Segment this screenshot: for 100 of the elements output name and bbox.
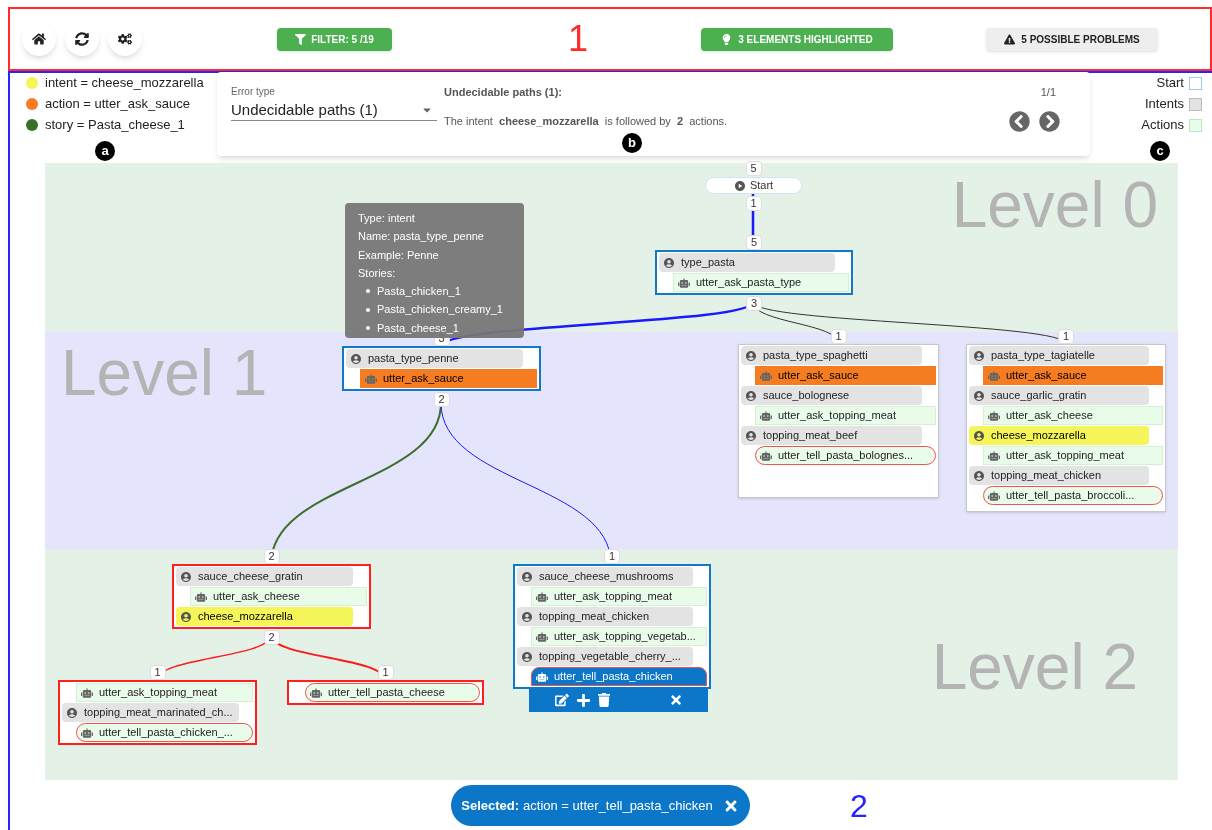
robot-icon bbox=[988, 489, 1000, 502]
intent-row[interactable]: topping_meat_beef bbox=[741, 426, 922, 445]
intent-row[interactable]: topping_vegetable_cherry_... bbox=[517, 647, 693, 666]
count-badge: 1 bbox=[603, 549, 621, 564]
count-badge: 1 bbox=[1057, 329, 1075, 344]
action-row[interactable]: utter_ask_sauce bbox=[755, 366, 936, 385]
next-button[interactable] bbox=[1039, 110, 1060, 132]
annotation-marker: c bbox=[1150, 141, 1170, 161]
count-badge: 2 bbox=[263, 630, 280, 645]
count-badge: 5 bbox=[745, 235, 763, 250]
robot-icon bbox=[81, 726, 93, 739]
user-icon bbox=[973, 389, 985, 402]
action-row[interactable]: utter_ask_topping_meat bbox=[983, 446, 1163, 465]
robot-icon bbox=[988, 449, 1000, 462]
delete-button[interactable] bbox=[597, 693, 610, 707]
user-icon bbox=[66, 706, 78, 719]
action-row[interactable]: utter_ask_topping_vegetab... bbox=[531, 627, 707, 646]
robot-icon bbox=[678, 276, 690, 289]
count-badge: 1 bbox=[830, 329, 847, 344]
story-node[interactable]: sauce_cheese_gratin utter_ask_cheese cheese_mozzarella bbox=[172, 564, 371, 629]
annotation-marker: a bbox=[95, 141, 115, 161]
intent-row[interactable]: cheese_mozzarella bbox=[176, 607, 353, 626]
page-counter: 1/1 bbox=[1040, 85, 1056, 100]
story-node[interactable]: utter_tell_pasta_cheese bbox=[287, 680, 484, 705]
action-row[interactable]: utter_tell_pasta_chicken bbox=[531, 667, 707, 686]
tooltip-line: Type: intent bbox=[358, 211, 416, 226]
count-badge: 3 bbox=[745, 296, 763, 311]
close-button[interactable] bbox=[669, 693, 682, 707]
intent-row[interactable]: pasta_type_spaghetti bbox=[741, 346, 922, 365]
settings-button[interactable] bbox=[108, 22, 142, 56]
intent-row[interactable]: cheese_mozzarella bbox=[969, 426, 1149, 445]
action-row[interactable]: utter_ask_topping_meat bbox=[531, 587, 707, 606]
user-icon bbox=[745, 429, 757, 442]
robot-icon bbox=[310, 686, 322, 699]
level-label: Level 1 bbox=[61, 339, 268, 407]
intent-row[interactable]: sauce_bolognese bbox=[741, 386, 922, 405]
action-row[interactable]: utter_ask_cheese bbox=[190, 587, 367, 606]
intent-row[interactable]: topping_meat_marinated_ch... bbox=[62, 703, 239, 722]
error-title: Undecidable paths (1): bbox=[444, 85, 563, 100]
intent-row[interactable]: sauce_cheese_gratin bbox=[176, 567, 353, 586]
action-row[interactable]: utter_tell_pasta_bolognes... bbox=[755, 446, 936, 465]
legend-swatch bbox=[1189, 97, 1202, 111]
gears-icon bbox=[118, 32, 132, 46]
intent-row[interactable]: topping_meat_chicken bbox=[969, 466, 1149, 485]
start-node[interactable]: Start bbox=[705, 177, 802, 194]
story-node[interactable]: pasta_type_tagiatelle utter_ask_sauce sauce_garlic_gratin utter_ask_cheese cheese_mozzarella utter_ask_topping_meat topping_meat_chicken utter_tell_pasta_broccoli... bbox=[966, 344, 1166, 512]
annotation-number: 1 bbox=[568, 17, 590, 61]
legend-swatch bbox=[1189, 76, 1202, 90]
robot-icon bbox=[988, 409, 1000, 422]
action-row[interactable]: utter_ask_pasta_type bbox=[673, 273, 849, 292]
robot-icon bbox=[536, 630, 548, 643]
intent-row[interactable]: sauce_cheese_mushrooms bbox=[517, 567, 693, 586]
add-button[interactable] bbox=[576, 692, 590, 708]
home-icon bbox=[32, 32, 46, 46]
intent-row[interactable]: sauce_garlic_gratin bbox=[969, 386, 1149, 405]
selection-value: action = utter_tell_pasta_chicken bbox=[523, 796, 713, 815]
user-icon bbox=[973, 349, 985, 362]
user-icon bbox=[180, 570, 192, 583]
action-row[interactable]: utter_ask_cheese bbox=[983, 406, 1163, 425]
story-node[interactable]: utter_ask_topping_meat topping_meat_marinated_ch... utter_tell_pasta_chicken_... bbox=[58, 680, 257, 745]
story-node[interactable]: pasta_type_penne utter_ask_sauce bbox=[342, 346, 541, 391]
intent-row[interactable]: pasta_type_tagiatelle bbox=[969, 346, 1149, 365]
error-message: The intent cheese_mozzarella is followed by 2 actions. bbox=[444, 113, 729, 129]
previous-button[interactable] bbox=[1009, 110, 1030, 132]
intent-row[interactable]: pasta_type_penne bbox=[346, 349, 523, 368]
legend-label: Start bbox=[1156, 74, 1184, 93]
refresh-icon bbox=[75, 32, 89, 46]
action-row[interactable]: utter_tell_pasta_broccoli... bbox=[983, 486, 1163, 505]
story-node[interactable]: type_pasta utter_ask_pasta_type bbox=[655, 250, 853, 295]
legend-swatch bbox=[1189, 118, 1202, 132]
action-row[interactable]: utter_tell_pasta_cheese bbox=[305, 683, 480, 702]
action-row[interactable]: utter_ask_sauce bbox=[983, 366, 1163, 385]
robot-icon bbox=[81, 686, 93, 699]
action-row[interactable]: utter_ask_sauce bbox=[360, 369, 537, 388]
tooltip-line: Example: Penne bbox=[358, 247, 440, 263]
home-button[interactable] bbox=[22, 22, 56, 56]
tooltip-list-item: Pasta_chicken_1 bbox=[358, 282, 524, 301]
legend-label: story = Pasta_cheese_1 bbox=[45, 116, 185, 135]
robot-icon bbox=[195, 590, 207, 603]
robot-icon bbox=[365, 372, 377, 385]
user-icon bbox=[745, 349, 757, 362]
intent-row[interactable]: type_pasta bbox=[659, 253, 835, 272]
refresh-button[interactable] bbox=[65, 22, 99, 56]
legend-label: Intents bbox=[1144, 95, 1184, 114]
robot-icon bbox=[536, 590, 548, 603]
tooltip-list-item: Pasta_chicken_creamy_1 bbox=[358, 300, 524, 319]
annotation-number: 2 bbox=[850, 787, 868, 826]
action-row[interactable]: utter_tell_pasta_chicken_... bbox=[76, 723, 253, 742]
selection-label: Selected: bbox=[461, 796, 520, 815]
action-row[interactable]: utter_ask_topping_meat bbox=[755, 406, 936, 425]
action-row[interactable]: utter_ask_topping_meat bbox=[76, 683, 253, 702]
legend-label: intent = cheese_mozzarella bbox=[45, 74, 204, 93]
problems-button[interactable]: 5 POSSIBLE PROBLEMS bbox=[986, 27, 1158, 51]
story-node[interactable]: pasta_type_spaghetti utter_ask_sauce sauce_bolognese utter_ask_topping_meat topping_meat_beef utter_tell_pasta_bolognes... bbox=[738, 344, 939, 498]
intent-row[interactable]: topping_meat_chicken bbox=[517, 607, 693, 626]
story-node[interactable]: sauce_cheese_mushrooms utter_ask_topping_meat topping_meat_chicken utter_ask_topping_vegetab... topping_vegetable_cherry_... utter_tell_pasta_chicken bbox=[513, 564, 711, 689]
user-icon bbox=[663, 256, 675, 269]
user-icon bbox=[521, 650, 533, 663]
error-type-select[interactable]: Error type Undecidable paths (1) bbox=[231, 84, 437, 121]
edit-button[interactable] bbox=[555, 692, 569, 708]
